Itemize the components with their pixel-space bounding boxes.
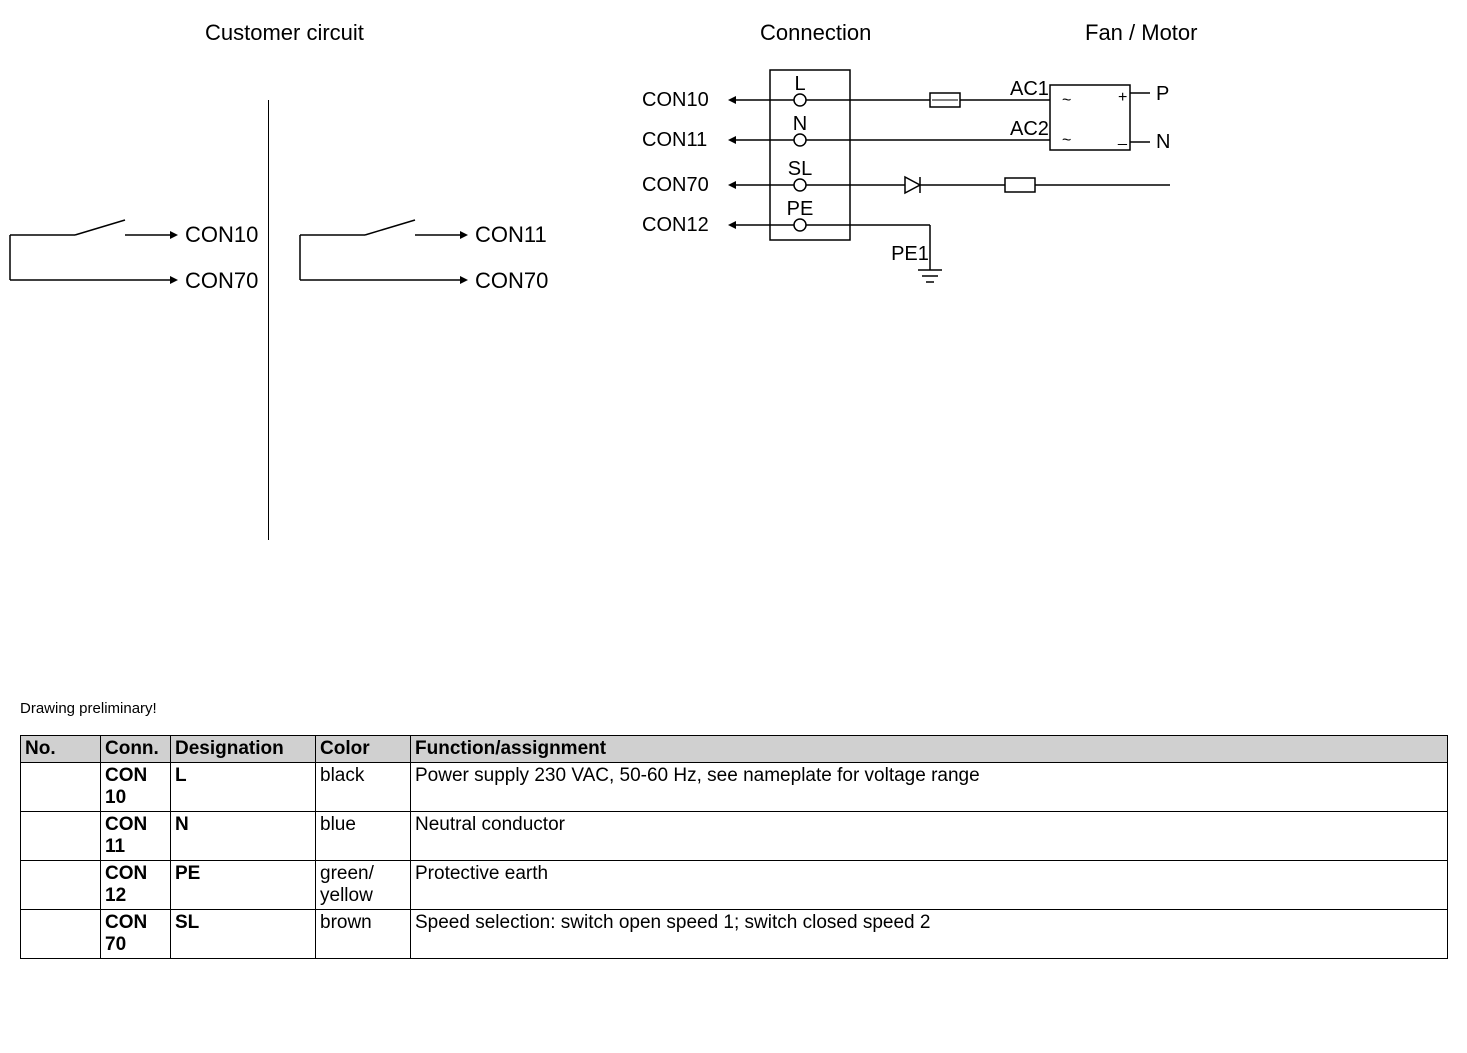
con11-schematic: CON11 [642, 129, 707, 151]
table-row: CON 11 N blue Neutral conductor [21, 812, 1448, 861]
cell-function: Power supply 230 VAC, 50-60 Hz, see name… [411, 763, 1448, 812]
svg-text:~: ~ [1062, 132, 1071, 149]
cell-function: Protective earth [411, 861, 1448, 910]
th-color: Color [316, 736, 411, 763]
cell-no [21, 910, 101, 959]
ac2-text: AC2 [1010, 118, 1049, 140]
con11-label-1: CON11 [475, 222, 547, 248]
con10-label-1: CON10 [185, 222, 258, 248]
con70-schematic: CON70 [642, 174, 709, 196]
table-row: CON 70 SL brown Speed selection: switch … [21, 910, 1448, 959]
th-conn: Conn. [101, 736, 171, 763]
cell-function: Neutral conductor [411, 812, 1448, 861]
ac1-text: AC1 [1010, 78, 1049, 100]
l-terminal-text: L [794, 73, 805, 95]
pe1-text: PE1 [891, 243, 929, 265]
con10-schematic: CON10 [642, 89, 709, 111]
cell-designation: L [171, 763, 316, 812]
header-fan-motor: Fan / Motor [1085, 20, 1197, 46]
divider-1 [268, 100, 269, 540]
th-function: Function/assignment [411, 736, 1448, 763]
cell-function: Speed selection: switch open speed 1; sw… [411, 910, 1448, 959]
svg-text:_: _ [1117, 129, 1128, 146]
cell-conn: CON 10 [101, 763, 171, 812]
th-no: No. [21, 736, 101, 763]
connection-schematic: L N SL PE [630, 60, 1190, 320]
sl-terminal-text: SL [788, 158, 812, 180]
table-row: CON 10 L black Power supply 230 VAC, 50-… [21, 763, 1448, 812]
drawing-preliminary: Drawing preliminary! [20, 700, 157, 717]
n-terminal-text: N [793, 113, 807, 135]
cell-color: blue [316, 812, 411, 861]
header-customer-circuit: Customer circuit [205, 20, 364, 46]
table-row: CON 12 PE green/ yellow Protective earth [21, 861, 1448, 910]
con12-schematic: CON12 [642, 214, 709, 236]
n-out: N [1156, 131, 1170, 153]
th-designation: Designation [171, 736, 316, 763]
p-out: P [1156, 83, 1169, 105]
cell-no [21, 763, 101, 812]
cell-designation: PE [171, 861, 316, 910]
cell-color: green/ yellow [316, 861, 411, 910]
con70-label-2: CON70 [475, 268, 548, 294]
pe-terminal-text: PE [787, 198, 814, 220]
cell-color: black [316, 763, 411, 812]
svg-text:+: + [1118, 89, 1127, 106]
cell-designation: N [171, 812, 316, 861]
diagram-area: CON10 CON70 CON11 CON70 L N SL [0, 60, 1467, 600]
cell-color: brown [316, 910, 411, 959]
cell-designation: SL [171, 910, 316, 959]
cell-conn: CON 11 [101, 812, 171, 861]
header-connection: Connection [760, 20, 871, 46]
cell-no [21, 861, 101, 910]
cell-no [21, 812, 101, 861]
svg-text:~: ~ [1062, 92, 1071, 109]
connection-table: No. Conn. Designation Color Function/ass… [20, 735, 1448, 959]
cell-conn: CON 12 [101, 861, 171, 910]
con70-label-1: CON70 [185, 268, 258, 294]
cell-conn: CON 70 [101, 910, 171, 959]
